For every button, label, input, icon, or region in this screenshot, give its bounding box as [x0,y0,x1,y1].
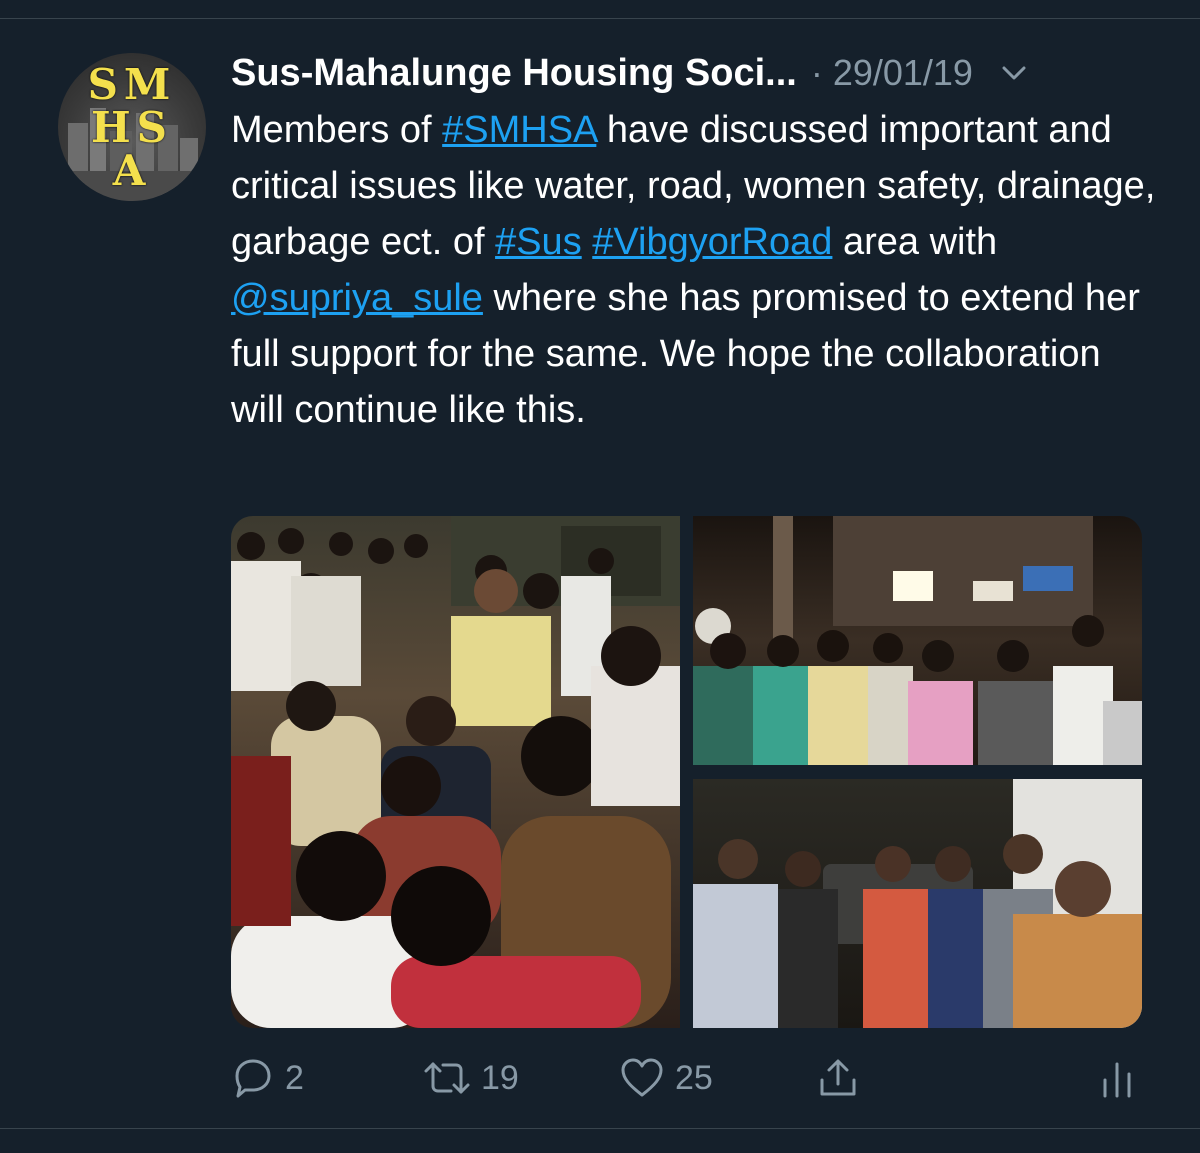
author-name[interactable]: Sus-Mahalunge Housing Soci... [231,52,797,95]
retweet-count: 19 [481,1058,519,1097]
retweet-icon [423,1056,471,1100]
retweet-button[interactable]: 19 [423,1050,519,1106]
like-button[interactable]: 25 [619,1050,713,1106]
tweet-text-part: area with [832,221,998,263]
hashtag-link[interactable]: #SMHSA [442,109,596,151]
tweet-photo[interactable] [693,516,1142,765]
tweet-photo[interactable] [693,779,1142,1028]
avatar-letters-row1: SM [87,59,177,109]
share-button[interactable] [816,1050,860,1106]
avatar-letters-row3: A [112,145,152,195]
hashtag-link[interactable]: #Sus [495,221,582,263]
tweet-text-part [582,221,593,263]
tweet-text-part: Members of [231,109,443,151]
avatar-logo-text: SM HS A [58,53,206,201]
tweet-actions: 2 19 25 [231,1050,1161,1106]
reply-button[interactable]: 2 [231,1050,304,1106]
tweet-text: Members of #SMHSA have discussed importa… [231,102,1161,438]
share-icon [816,1056,860,1100]
avatar[interactable]: SM HS A [58,53,206,201]
analytics-button[interactable] [1099,1050,1135,1106]
hashtag-link[interactable]: #VibgyorRoad [592,221,832,263]
mention-link[interactable]: @supriya_sule [231,277,483,319]
analytics-icon [1099,1056,1135,1100]
tweet-header: Sus-Mahalunge Housing Soci... · 29/01/19 [231,48,1161,98]
media-grid [231,516,1142,1028]
top-divider [0,18,1200,19]
reply-icon [231,1056,275,1100]
like-count: 25 [675,1058,713,1097]
like-icon [619,1056,665,1100]
tweet-photo[interactable] [231,516,680,1028]
avatar-letters-row2: HS [90,102,173,152]
chevron-down-icon[interactable] [1001,58,1031,88]
bottom-divider [0,1128,1200,1129]
tweet-timestamp[interactable]: · 29/01/19 [811,52,973,94]
reply-count: 2 [285,1058,304,1097]
